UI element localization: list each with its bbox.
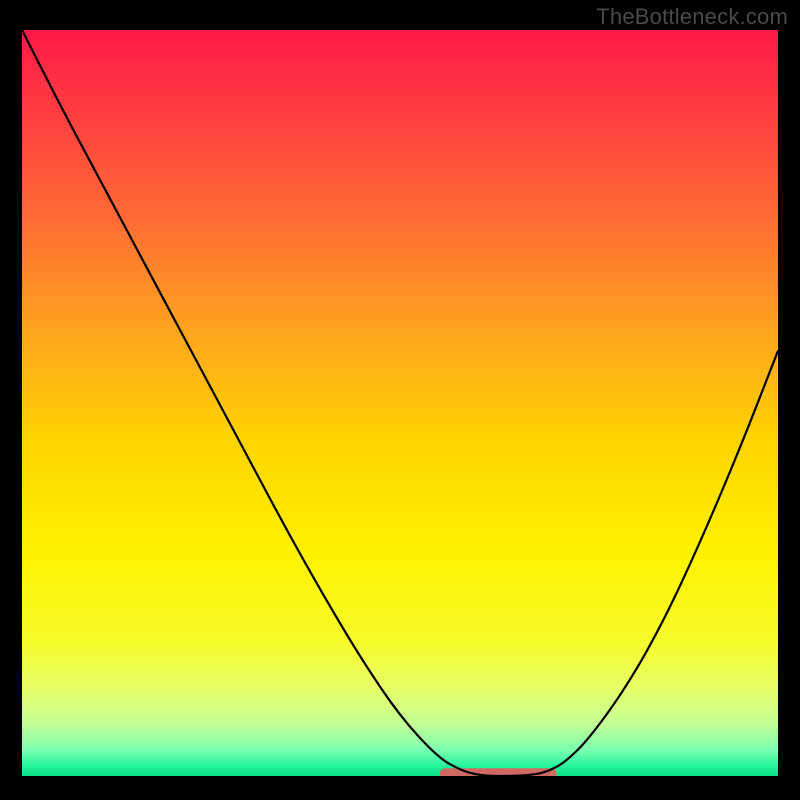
chart-container: TheBottleneck.com <box>0 0 800 800</box>
chart-svg <box>22 30 778 776</box>
gradient-background <box>22 30 778 776</box>
bottleneck-chart <box>22 30 778 776</box>
watermark-text: TheBottleneck.com <box>596 4 788 30</box>
